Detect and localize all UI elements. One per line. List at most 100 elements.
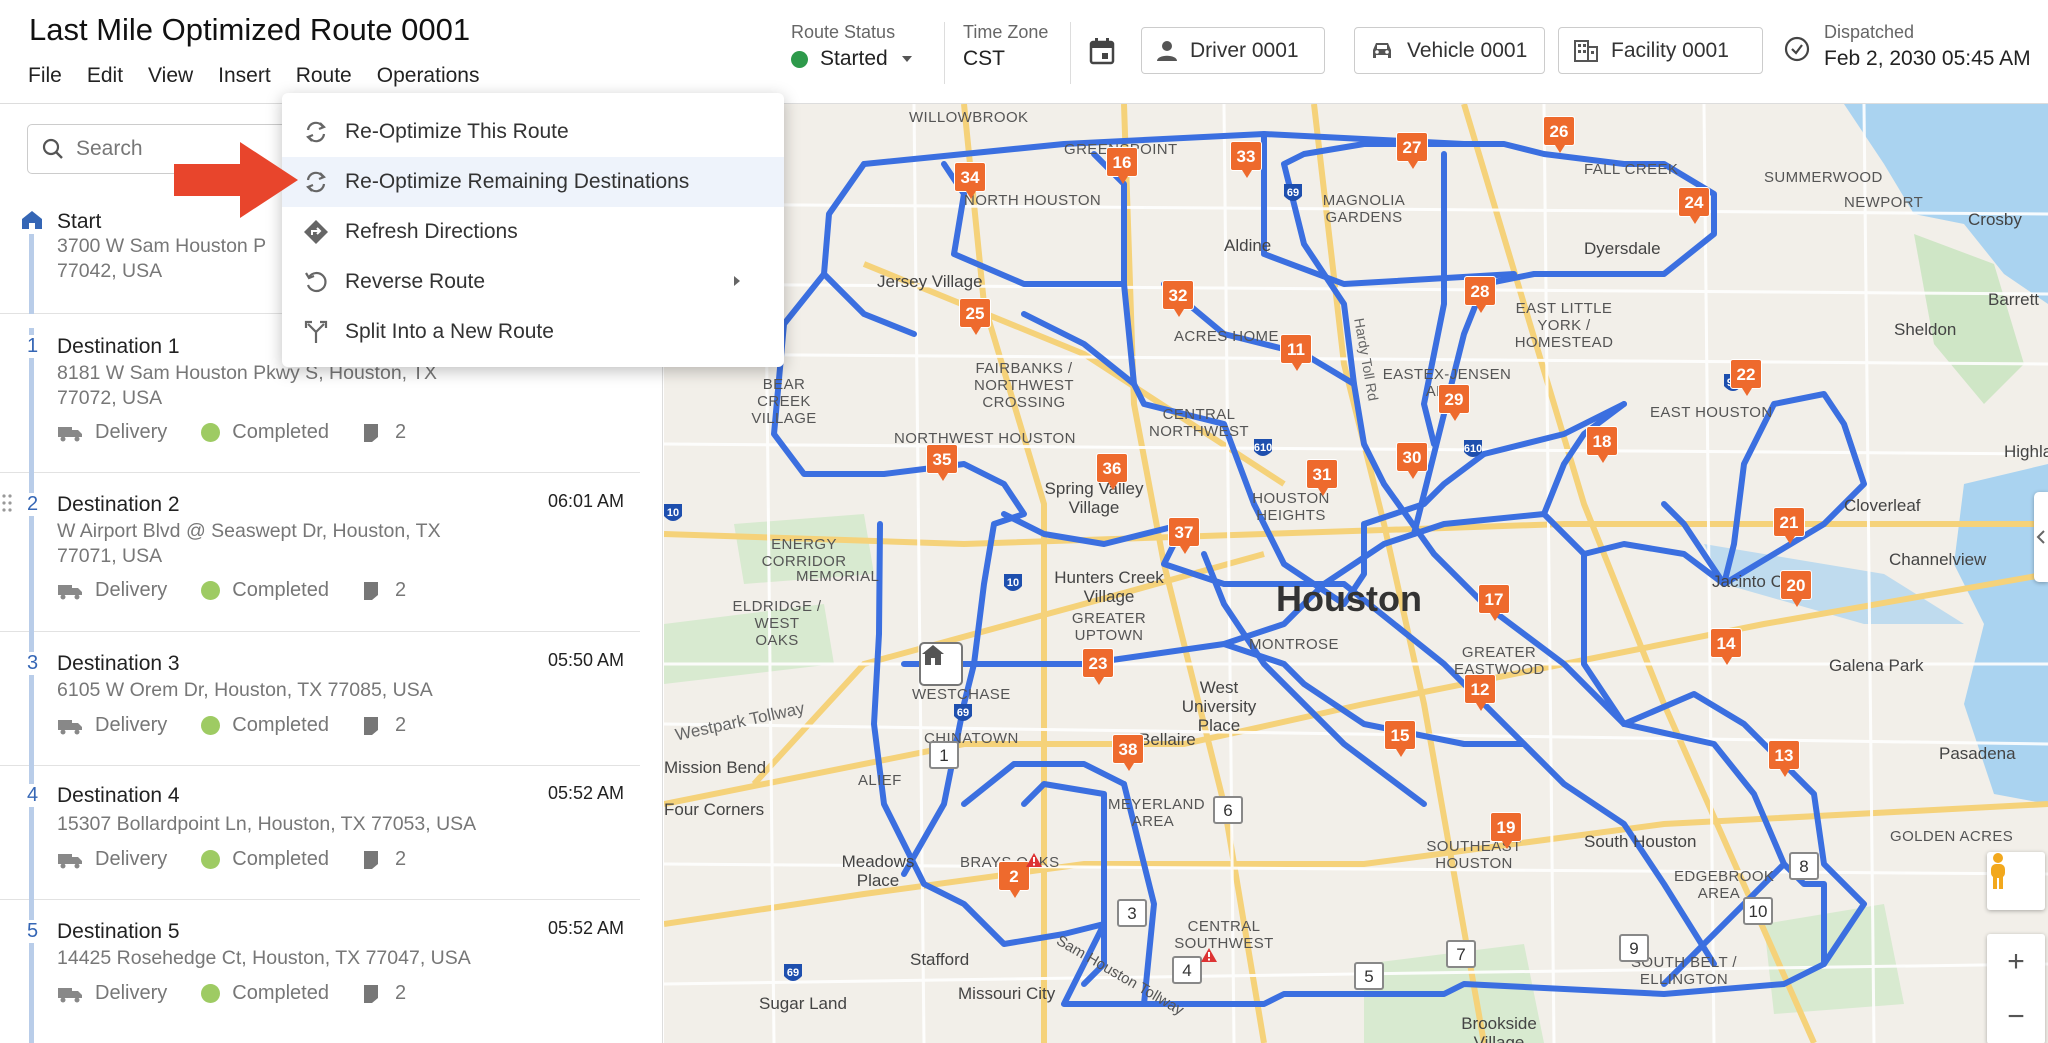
route-marker-completed[interactable]: 9 [1619, 934, 1649, 962]
stop-name: Destination 2 [57, 493, 180, 516]
stop-item[interactable]: 4 Destination 4 05:52 AM 15307 Bollardpo… [0, 766, 640, 900]
route-marker[interactable]: 21 [1773, 507, 1805, 544]
route-marker[interactable]: 31 [1306, 459, 1338, 496]
route-marker[interactable]: 13 [1768, 740, 1800, 777]
route-status-control[interactable]: Route Status Started [791, 22, 914, 71]
menu-item-label: Reverse Route [345, 270, 486, 293]
driver-chip[interactable]: Driver 0001 [1141, 27, 1325, 74]
caret-right-icon [734, 276, 740, 286]
route-marker[interactable]: 26 [1543, 116, 1575, 153]
menu-item-label: Re-Optimize This Route [345, 120, 569, 143]
menu-insert[interactable]: Insert [218, 64, 271, 88]
menu-item-reoptimize-route[interactable]: Re-Optimize This Route [282, 107, 784, 157]
route-marker[interactable]: 16 [1106, 147, 1138, 184]
stop-number: 1 [27, 335, 39, 358]
route-map[interactable]: 69 10 69 69 610 610 90 10 WILLOWBROOK GR… [664, 104, 2048, 1043]
route-marker[interactable]: 36 [1096, 453, 1128, 490]
document-icon [363, 423, 378, 442]
map-city-label: Bellaire [1139, 730, 1196, 749]
map-city-label: Channelview [1889, 550, 1987, 569]
route-marker[interactable]: 30 [1396, 442, 1428, 479]
route-marker[interactable]: 15 [1384, 720, 1416, 757]
route-marker[interactable]: 20 [1780, 570, 1812, 607]
menu-view[interactable]: View [148, 64, 193, 88]
route-marker[interactable]: 28 [1464, 276, 1496, 313]
menu-operations[interactable]: Operations [377, 64, 480, 88]
map-city-label: West University Place [1181, 678, 1257, 735]
stop-type: Delivery [95, 982, 168, 1004]
map-area-label: SUMMERWOOD [1764, 169, 1883, 186]
facility-chip[interactable]: Facility 0001 [1558, 27, 1763, 74]
route-marker[interactable]: 19 [1490, 812, 1522, 849]
route-marker[interactable]: 14 [1710, 628, 1742, 665]
menu-item-split-route[interactable]: Split Into a New Route [282, 307, 784, 357]
interstate-label: 10 [1007, 577, 1019, 589]
menu-item-label: Re-Optimize Remaining Destinations [345, 170, 690, 193]
dispatched-info: Dispatched Feb 2, 2030 05:45 AM [1824, 22, 2031, 71]
menu-route[interactable]: Route [296, 64, 352, 88]
vehicle-name: Vehicle 0001 [1407, 38, 1528, 62]
map-area-label: GREATER UPTOWN [1071, 610, 1147, 644]
menu-item-refresh-directions[interactable]: Refresh Directions [282, 207, 784, 257]
route-marker[interactable]: 25 [959, 298, 991, 335]
route-marker-completed[interactable]: 8 [1789, 852, 1819, 880]
route-marker-completed[interactable]: 1 [929, 741, 959, 769]
stop-item[interactable]: 2 Destination 2 06:01 AM W Airport Blvd … [0, 473, 640, 632]
route-marker-completed[interactable]: 10 [1743, 897, 1773, 925]
map-city-label: Stafford [910, 950, 970, 969]
menu-item-reverse-route[interactable]: Reverse Route [282, 257, 784, 307]
interstate-label: 610 [1254, 442, 1272, 454]
depot-marker[interactable] [919, 642, 963, 686]
route-marker-completed[interactable]: 6 [1213, 796, 1243, 824]
stop-type: Delivery [95, 421, 168, 443]
route-marker[interactable]: 27 [1396, 132, 1428, 169]
stop-count: 2 [394, 579, 407, 601]
stop-number: 3 [27, 652, 39, 675]
street-view-pegman[interactable] [1987, 852, 2045, 910]
route-marker[interactable]: 22 [1730, 359, 1762, 396]
stop-item[interactable]: 5 Destination 5 05:52 AM 14425 Rosehedge… [0, 900, 640, 1043]
stop-count: 2 [394, 421, 407, 443]
map-side-collapse[interactable] [2034, 492, 2048, 582]
app-header: Last Mile Optimized Route 0001 File Edit… [0, 0, 2048, 104]
stop-number: 2 [27, 493, 39, 516]
map-city-label: Highlands [2004, 442, 2048, 461]
route-marker-completed[interactable]: 4 [1172, 956, 1202, 984]
route-marker-completed[interactable]: 7 [1446, 940, 1476, 968]
header-divider [1070, 22, 1071, 84]
route-marker[interactable]: 24 [1678, 187, 1710, 224]
zoom-in-button[interactable]: + [1987, 934, 2045, 989]
route-marker[interactable]: 11 [1280, 334, 1312, 371]
route-marker[interactable]: 17 [1478, 584, 1510, 621]
drag-handle-icon[interactable] [1, 493, 13, 513]
route-marker-completed[interactable]: 3 [1117, 899, 1147, 927]
map-area-label: WESTCHASE [912, 686, 1011, 703]
calendar-icon[interactable] [1089, 37, 1115, 65]
stop-address-line1: 6105 W Orem Dr, Houston, TX 77085, USA [57, 679, 433, 701]
route-marker[interactable]: 34 [954, 162, 986, 199]
map-city-label: Missouri City [958, 984, 1056, 1003]
route-marker-completed[interactable]: 5 [1354, 962, 1384, 990]
route-marker[interactable]: 37 [1168, 517, 1200, 554]
menu-item-reoptimize-remaining[interactable]: Re-Optimize Remaining Destinations [282, 157, 784, 207]
stop-address-line2: 77071, USA [57, 545, 163, 567]
route-marker[interactable]: 29 [1438, 384, 1470, 421]
zoom-out-button[interactable]: − [1987, 989, 2045, 1043]
completed-status-dot [201, 423, 221, 442]
menu-file[interactable]: File [28, 64, 62, 88]
stop-item[interactable]: 3 Destination 3 05:50 AM 6105 W Orem Dr,… [0, 632, 640, 766]
vehicle-chip[interactable]: Vehicle 0001 [1354, 27, 1545, 74]
map-area-label: ALIEF [858, 772, 902, 789]
menu-edit[interactable]: Edit [87, 64, 123, 88]
stop-name: Destination 3 [57, 652, 180, 675]
route-marker[interactable]: 38 [1112, 734, 1144, 771]
time-zone-control: Time Zone CST [963, 22, 1048, 71]
stop-address-line2: 77072, USA [57, 387, 163, 409]
route-marker[interactable]: 18 [1586, 426, 1618, 463]
route-marker[interactable]: 23 [1082, 648, 1114, 685]
document-icon [363, 716, 378, 735]
route-marker[interactable]: 32 [1162, 280, 1194, 317]
route-marker[interactable]: 12 [1464, 674, 1496, 711]
route-marker[interactable]: 35 [926, 444, 958, 481]
route-marker[interactable]: 33 [1230, 141, 1262, 178]
